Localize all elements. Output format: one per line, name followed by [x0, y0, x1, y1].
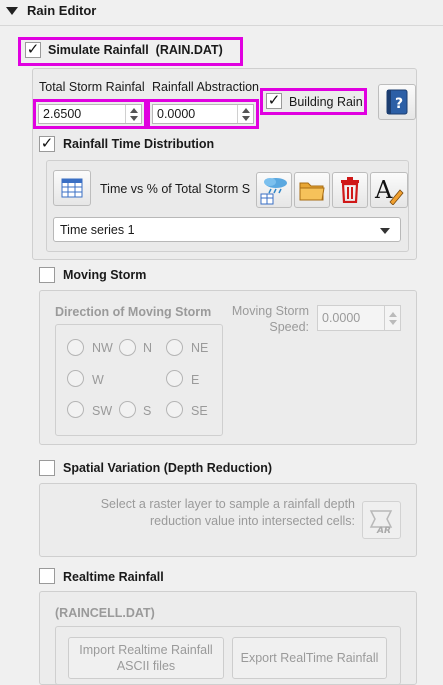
radio-nw[interactable]: [67, 339, 84, 356]
time-series-dropdown[interactable]: Time series 1: [53, 217, 401, 242]
spatial-hint-line1: Select a raster layer to sample a rainfa…: [100, 497, 355, 511]
export-realtime-rainfall-button[interactable]: Export RealTime Rainfall: [232, 637, 387, 679]
radio-e[interactable]: [166, 370, 183, 387]
radio-ne[interactable]: [166, 339, 183, 356]
simulate-rainfall-label: Simulate Rainfall (RAIN.DAT): [48, 43, 223, 57]
chevron-down-icon: [380, 228, 390, 234]
radio-e-label: E: [191, 373, 200, 387]
radio-w[interactable]: [67, 370, 84, 387]
storm-speed-value: 0.0000: [322, 311, 361, 325]
spatial-variation-label: Spatial Variation (Depth Reduction): [63, 461, 273, 475]
time-table-button[interactable]: [53, 170, 91, 206]
up-arrow-icon: [129, 107, 138, 113]
rename-text-icon: A: [374, 176, 404, 205]
import-button-line2: ASCII files: [116, 659, 176, 673]
open-folder-button[interactable]: [294, 172, 330, 208]
rainfall-abstraction-value: 0.0000: [157, 107, 196, 121]
radio-se[interactable]: [166, 401, 183, 418]
radio-nw-label: NW: [92, 341, 113, 355]
storm-speed-label-line1: Moving Storm: [231, 304, 309, 318]
help-button[interactable]: ?: [378, 84, 416, 120]
import-realtime-rainfall-button[interactable]: Import Realtime Rainfall ASCII files: [68, 637, 224, 679]
storm-speed-label-line2: Speed:: [269, 320, 309, 334]
table-icon: [61, 178, 83, 198]
radio-sw-label: SW: [92, 404, 113, 418]
simulate-rainfall-checkbox[interactable]: ✓: [25, 42, 41, 58]
total-storm-rainfall-input[interactable]: 2.6500: [38, 104, 142, 124]
abstraction-stepper[interactable]: [237, 105, 253, 123]
up-arrow-icon: [388, 311, 397, 317]
spatial-hint-line2: reduction value into intersected cells:: [150, 514, 355, 528]
rainfall-abstraction-label: Rainfall Abstraction: [152, 80, 260, 94]
sample-raster-button[interactable]: AR: [362, 501, 401, 539]
import-button-line1: Import Realtime Rainfall: [79, 643, 213, 657]
add-rainfall-series-button[interactable]: [256, 172, 292, 208]
building-rain-checkbox[interactable]: ✓: [266, 93, 282, 109]
trash-icon: [341, 177, 359, 203]
storm-speed-input[interactable]: 0.0000: [317, 305, 401, 331]
time-distribution-label: Rainfall Time Distribution: [63, 137, 215, 151]
area-reduction-icon: AR: [369, 510, 392, 535]
time-distribution-checkbox[interactable]: ✓: [39, 136, 55, 152]
rain-cloud-table-icon: [260, 178, 287, 205]
collapse-arrow-icon[interactable]: [6, 7, 18, 15]
total-storm-stepper[interactable]: [125, 105, 141, 123]
radio-n[interactable]: [119, 339, 136, 356]
spatial-variation-checkbox[interactable]: [39, 460, 55, 476]
checkmark-icon: ✓: [267, 92, 281, 109]
total-storm-rainfall-label: Total Storm Rainfal: [39, 80, 145, 94]
down-arrow-icon: [129, 115, 138, 121]
time-table-label: Time vs % of Total Storm S: [100, 182, 250, 196]
delete-button[interactable]: [332, 172, 368, 208]
up-arrow-icon: [241, 107, 250, 113]
total-storm-rainfall-value: 2.6500: [43, 107, 82, 121]
realtime-rainfall-label: Realtime Rainfall: [63, 570, 164, 584]
svg-text:?: ?: [395, 96, 403, 112]
realtime-rainfall-checkbox[interactable]: [39, 568, 55, 584]
building-rain-label: Building Rain: [289, 95, 363, 109]
svg-text:AR: AR: [376, 526, 391, 535]
export-button-label: Export RealTime Rainfall: [240, 651, 379, 665]
radio-s-label: S: [143, 404, 152, 418]
panel-title: Rain Editor: [27, 3, 97, 18]
radio-sw[interactable]: [67, 401, 84, 418]
rename-button[interactable]: A: [370, 172, 408, 208]
rainfall-abstraction-input[interactable]: 0.0000: [152, 104, 254, 124]
moving-storm-label: Moving Storm: [63, 268, 147, 282]
direction-title: Direction of Moving Storm: [55, 305, 212, 319]
time-series-selected: Time series 1: [60, 222, 135, 237]
storm-speed-stepper[interactable]: [384, 306, 400, 330]
checkmark-icon: ✓: [40, 135, 54, 152]
radio-n-label: N: [143, 341, 153, 355]
help-book-icon: ?: [386, 89, 408, 115]
checkmark-icon: ✓: [26, 41, 40, 58]
folder-icon: [299, 182, 325, 201]
moving-storm-checkbox[interactable]: [39, 267, 55, 283]
down-arrow-icon: [241, 115, 250, 121]
radio-w-label: W: [92, 373, 104, 387]
radio-ne-label: NE: [191, 341, 209, 355]
radio-se-label: SE: [191, 404, 208, 418]
svg-text:A: A: [374, 176, 393, 204]
raincell-title: (RAINCELL.DAT): [55, 606, 155, 620]
down-arrow-icon: [388, 319, 397, 325]
radio-s[interactable]: [119, 401, 136, 418]
header-divider: [0, 25, 443, 26]
